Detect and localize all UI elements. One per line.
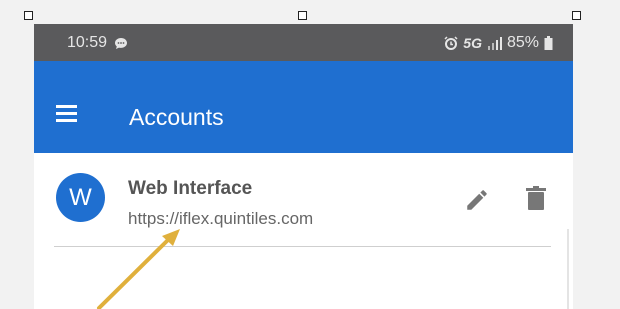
selection-handle-top-right[interactable]	[572, 11, 581, 20]
phone-screen: 10:59 5G 85% Accounts W Web Interface ht…	[34, 24, 573, 309]
selection-handle-top-left[interactable]	[24, 11, 33, 20]
annotation-arrow-icon	[97, 229, 180, 309]
selection-handle-top-center[interactable]	[298, 11, 307, 20]
